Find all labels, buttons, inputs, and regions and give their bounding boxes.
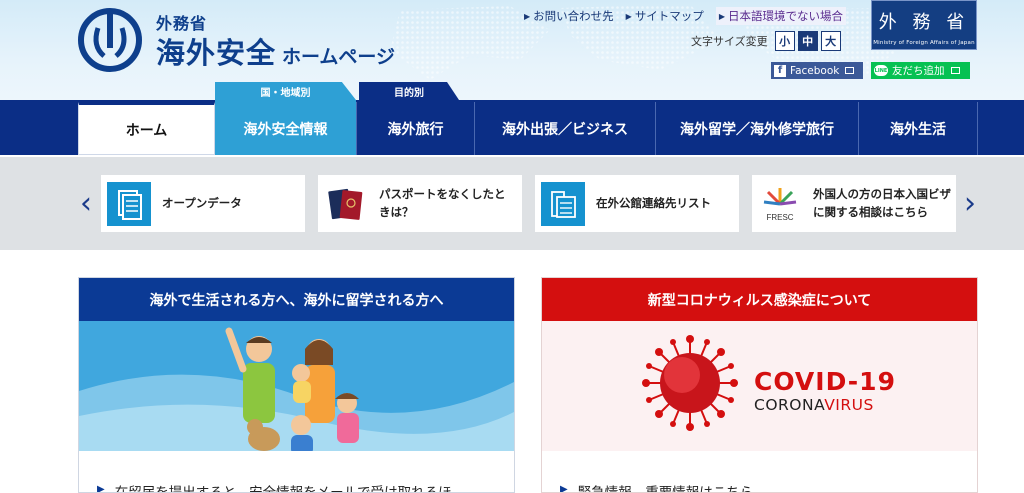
line-icon: LINE [874, 65, 888, 76]
font-size-switcher: 文字サイズ変更 小 中 大 [691, 31, 841, 51]
triangle-right-icon: ▶ [560, 484, 568, 493]
nav-overseas-travel[interactable]: 海外旅行 [356, 102, 474, 155]
nav-study-abroad[interactable]: 海外留学／海外修学旅行 [655, 102, 858, 155]
mofa-badge-jp: 外 務 省 [878, 12, 970, 33]
covid-subtitle: CORONAVIRUS [754, 396, 874, 414]
banner-lost-passport[interactable]: パスポートをなくしたときは？ [318, 175, 522, 232]
banner-label: オープンデータ [162, 195, 242, 210]
chevron-right-icon: ▶ [625, 11, 632, 21]
utility-links: ▶ お問い合わせ先 ▶ サイトマップ ▶ 日本語環境でない場合 [524, 7, 846, 25]
site-title[interactable]: 海外安全 [156, 30, 276, 72]
embassy-list-icon [541, 181, 585, 226]
category-tag-purpose: 目的別 [359, 82, 459, 100]
facebook-button[interactable]: f Facebook [771, 62, 863, 79]
site-title-sub[interactable]: ホームページ [282, 42, 395, 69]
mofa-logo[interactable] [78, 8, 142, 72]
font-size-label: 文字サイズ変更 [691, 35, 768, 48]
banner-embassy-list[interactable]: 在外公館連絡先リスト [535, 175, 739, 232]
panel-link[interactable]: ▶ 在留届を提出すると、安全情報をメールで受け取れるほ [97, 481, 452, 493]
banner-visa-consultation[interactable]: FRESC 外国人の方の日本入国ビザに関する相談はこちら [752, 175, 956, 232]
global-nav: ホーム 海外安全情報 海外旅行 海外出張／ビジネス 海外留学／海外修学旅行 海外… [0, 102, 1024, 155]
font-size-large-button[interactable]: 大 [820, 31, 841, 51]
sitemap-link[interactable]: ▶ サイトマップ [626, 7, 704, 25]
nav-overseas-safety-info[interactable]: 海外安全情報 [215, 102, 356, 155]
non-japanese-env-link[interactable]: ▶ 日本語環境でない場合 [715, 7, 846, 25]
site-header: 外務省 海外安全 ホームページ ▶ お問い合わせ先 ▶ サイトマップ ▶ 日本語… [0, 0, 1024, 100]
fresc-logo: FRESC [763, 187, 797, 222]
triangle-right-icon: ▶ [97, 484, 105, 493]
panel-living-abroad[interactable]: 海外で生活される方へ、海外に留学される方へ ▶ 在留届を提出すると、安全情報をメ… [78, 277, 515, 493]
category-tag-region: 国・地域別 [215, 82, 356, 100]
panel-title: 新型コロナウィルス感染症について [542, 278, 977, 321]
chevron-left-icon[interactable]: ‹ [76, 186, 96, 221]
external-link-icon [845, 67, 855, 74]
nav-home[interactable]: ホーム [78, 102, 215, 155]
open-data-icon [107, 181, 151, 226]
svg-text:FRESC: FRESC [766, 213, 793, 222]
covid-title: COVID-19 [754, 367, 896, 396]
banner-open-data[interactable]: オープンデータ [101, 175, 305, 232]
external-link-icon [950, 67, 960, 74]
chevron-right-icon: ▶ [524, 11, 531, 21]
panel-title: 海外で生活される方へ、海外に留学される方へ [79, 278, 514, 321]
panel-link[interactable]: ▶ 緊急情報、重要情報はこちら [560, 481, 753, 493]
panel-covid19[interactable]: 新型コロナウィルス感染症について COVID-19 CORONAVIRUS ▶ … [541, 277, 978, 493]
chevron-right-icon[interactable]: › [960, 186, 980, 221]
banner-label: パスポートをなくしたときは？ [379, 187, 506, 219]
nav-business-trip[interactable]: 海外出張／ビジネス [474, 102, 655, 155]
contact-link[interactable]: ▶ お問い合わせ先 [524, 7, 614, 25]
covid-illustration: COVID-19 CORONAVIRUS [542, 321, 977, 451]
mofa-badge-en: Ministry of Foreign Affairs of Japan [873, 40, 975, 46]
facebook-icon: f [774, 64, 786, 77]
line-label: 友だち追加 [892, 65, 945, 77]
banner-label: 在外公館連絡先リスト [596, 195, 711, 210]
line-add-friend-button[interactable]: LINE 友だち追加 [871, 62, 970, 79]
banner-label: 外国人の方の日本入国ビザに関する相談はこちら [813, 187, 951, 219]
mofa-badge-link[interactable]: 外 務 省 Ministry of Foreign Affairs of Jap… [871, 0, 977, 50]
font-size-small-button[interactable]: 小 [774, 31, 795, 51]
font-size-medium-button[interactable]: 中 [797, 31, 818, 51]
family-illustration [79, 321, 514, 451]
passport-icon [328, 188, 363, 220]
facebook-label: Facebook [790, 64, 840, 77]
nav-overseas-living[interactable]: 海外生活 [858, 102, 978, 155]
chevron-right-icon: ▶ [718, 11, 725, 21]
